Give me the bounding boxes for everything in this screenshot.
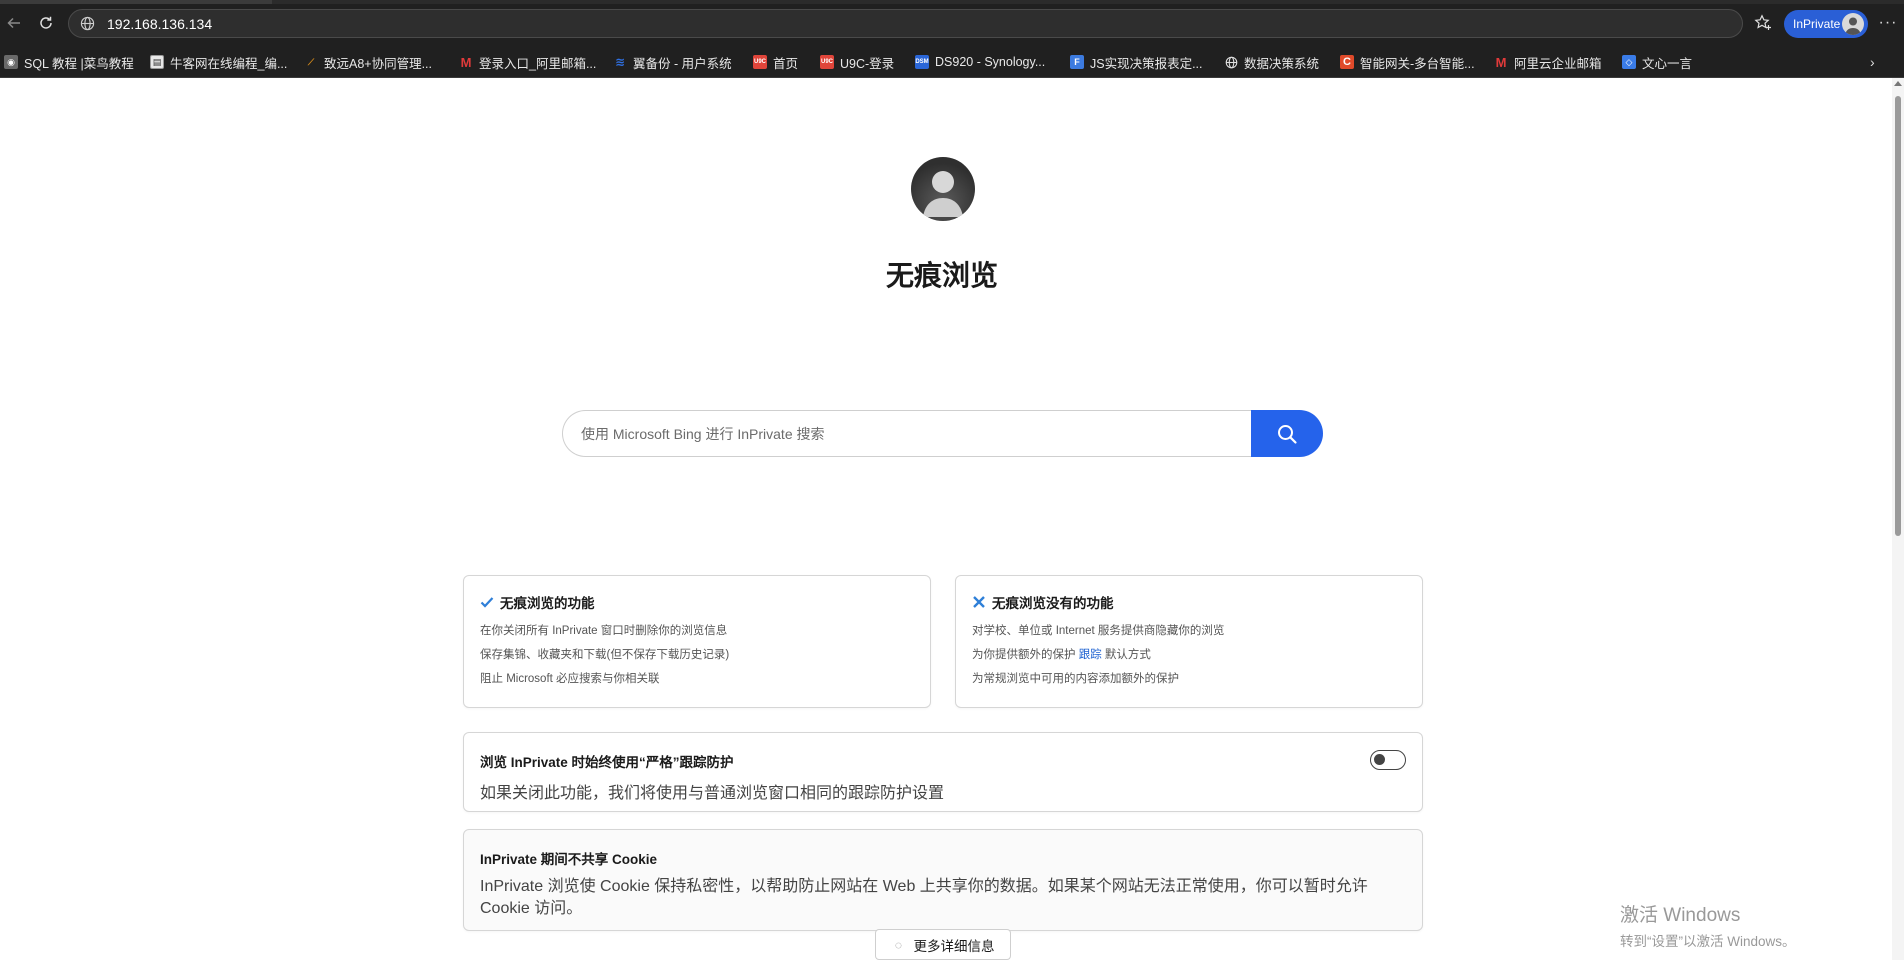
globe-icon[interactable]	[77, 14, 97, 34]
card-line-text: 为你提供额外的保护	[972, 649, 1076, 661]
address-bar[interactable]: 192.168.136.134	[68, 9, 1743, 38]
profile-avatar-icon	[1842, 13, 1864, 35]
card-line: 在你关闭所有 InPrivate 窗口时删除你的浏览信息	[480, 625, 728, 637]
bookmark-item[interactable]: ≋ 翼备份 - 用户系统	[613, 53, 732, 71]
inprivate-label: InPrivate	[1793, 17, 1841, 31]
finereport-icon: F	[1070, 55, 1084, 69]
browser-toolbar: 192.168.136.134 InPrivate ···	[0, 0, 1904, 46]
more-bookmarks-button[interactable]: ›	[1870, 54, 1886, 70]
page-scrollbar[interactable]	[1892, 78, 1904, 960]
u9c-icon: U9C	[753, 55, 767, 69]
cross-icon	[973, 596, 985, 608]
bookmark-item[interactable]: M 阿里云企业邮箱	[1494, 53, 1602, 71]
bookmark-item[interactable]: ▤ 牛客网在线编程_编...	[150, 53, 287, 71]
bookmark-label: 阿里云企业邮箱	[1514, 56, 1602, 71]
star-add-icon	[1754, 14, 1771, 30]
active-tab[interactable]	[0, 0, 272, 4]
search-input[interactable]	[562, 410, 1252, 457]
card-title: 无痕浏览没有的功能	[992, 596, 1114, 611]
bookmark-item[interactable]: ◉ SQL 教程 |菜鸟教程	[4, 53, 134, 71]
watermark-title: 激活 Windows	[1620, 905, 1741, 926]
bookmark-label: 文心一言	[1642, 56, 1693, 71]
aliyun-mail-icon: M	[1495, 54, 1507, 70]
bookmark-label: U9C-登录	[840, 56, 895, 71]
backup-icon: ≋	[614, 55, 626, 69]
card-title: 无痕浏览的功能	[500, 596, 595, 611]
u9c-icon: U9C	[820, 55, 834, 69]
inprivate-profile-button[interactable]: InPrivate	[1784, 10, 1868, 38]
favorites-bar: ◉ SQL 教程 |菜鸟教程 ▤ 牛客网在线编程_编... ⟋ 致远A8+协同管…	[0, 46, 1904, 78]
scrollbar-thumb[interactable]	[1895, 96, 1901, 536]
cookie-desc: InPrivate 浏览使 Cookie 保持私密性，以帮助防止网站在 Web …	[480, 878, 1368, 917]
scroll-up-arrow-icon[interactable]	[1894, 81, 1902, 86]
card-line: 为你提供额外的保护 跟踪 默认方式	[972, 646, 1406, 662]
dsm-icon: DSM	[915, 55, 929, 69]
card-line: 对学校、单位或 Internet 服务提供商隐藏你的浏览	[972, 625, 1225, 637]
card-line: 阻止 Microsoft 必应搜索与你相关联	[480, 673, 660, 685]
favorite-button[interactable]	[1751, 11, 1775, 35]
inprivate-does-card: 无痕浏览的功能 在你关闭所有 InPrivate 窗口时删除你的浏览信息 保存集…	[463, 575, 931, 708]
bookmark-item[interactable]: F JS实现决策报表定...	[1070, 53, 1203, 71]
more-info-label: 更多详细信息	[913, 938, 995, 954]
bookmark-item[interactable]: DSM DS920 - Synology...	[915, 53, 1045, 71]
search-icon	[1278, 424, 1297, 444]
toggle-knob	[1374, 754, 1385, 765]
ellipsis-icon: ···	[1878, 14, 1898, 31]
bookmark-label: 数据决策系统	[1244, 56, 1320, 71]
strict-tracking-title: 浏览 InPrivate 时始终使用“严格”跟踪防护	[480, 755, 734, 770]
c-brand-icon: C	[1340, 55, 1354, 69]
search-box	[562, 410, 1323, 457]
bookmark-label: JS实现决策报表定...	[1090, 56, 1203, 71]
bookmark-item[interactable]: U9C U9C-登录	[820, 53, 894, 71]
bookmark-label: 首页	[773, 56, 799, 71]
bookmark-label: 翼备份 - 用户系统	[633, 56, 732, 71]
page-title: 无痕浏览	[885, 260, 998, 291]
card-line: 为常规浏览中可用的内容添加额外的保护	[972, 673, 1179, 685]
more-info-button[interactable]: ◌ 更多详细信息	[875, 929, 1011, 960]
chevron-right-icon: ›	[1870, 54, 1875, 70]
bookmark-item[interactable]: 数据决策系统	[1224, 53, 1319, 71]
nowcoder-icon: ▤	[150, 55, 164, 69]
card-title-row: 无痕浏览的功能	[480, 592, 914, 612]
tracking-link[interactable]: 跟踪	[1079, 649, 1102, 661]
bookmark-item[interactable]: C 智能网关-多台智能...	[1340, 53, 1475, 71]
info-icon: ◌	[894, 937, 903, 952]
more-options-button[interactable]: ···	[1876, 11, 1900, 35]
bookmark-item[interactable]: ⟋ 致远A8+协同管理...	[304, 53, 432, 71]
card-line-text: 默认方式	[1104, 649, 1151, 661]
watermark-subtitle: 转到“设置”以激活 Windows。	[1620, 934, 1796, 949]
refresh-icon	[40, 16, 52, 29]
bookmark-label: SQL 教程 |菜鸟教程	[24, 56, 134, 71]
strict-tracking-desc: 如果关闭此功能，我们将使用与普通浏览窗口相同的跟踪防护设置	[480, 785, 945, 802]
bookmark-label: 致远A8+协同管理...	[324, 56, 433, 71]
back-arrow-icon	[7, 17, 20, 29]
strict-tracking-toggle[interactable]	[1370, 750, 1406, 770]
card-title-row: 无痕浏览没有的功能	[972, 592, 1406, 612]
windows-activation-watermark: 激活 Windows 转到“设置”以激活 Windows。	[1620, 900, 1796, 950]
seeyon-icon: ⟋	[307, 56, 315, 67]
bookmark-item[interactable]: M 登录入口_阿里邮箱...	[459, 53, 597, 71]
bookmark-label: 智能网关-多台智能...	[1360, 56, 1475, 71]
bookmark-label: DS920 - Synology...	[935, 55, 1046, 69]
url-text[interactable]: 192.168.136.134	[107, 16, 212, 32]
checkmark-icon	[480, 597, 494, 608]
cookie-title: InPrivate 期间不共享 Cookie	[480, 852, 658, 867]
bookmark-item[interactable]: ◇ 文心一言	[1622, 53, 1692, 71]
strict-tracking-card: 浏览 InPrivate 时始终使用“严格”跟踪防护 如果关闭此功能，我们将使用…	[463, 732, 1423, 812]
bookmark-item[interactable]: U9C 首页	[753, 53, 798, 71]
wenxin-icon: ◇	[1622, 55, 1636, 69]
search-button[interactable]	[1251, 410, 1323, 457]
globe-icon	[1224, 55, 1238, 69]
bookmark-label: 登录入口_阿里邮箱...	[479, 56, 597, 71]
inprivate-avatar-icon	[911, 157, 975, 221]
tab-strip	[0, 0, 1904, 4]
card-line: 保存集锦、收藏夹和下载(但不保存下载历史记录)	[480, 649, 730, 661]
aliyun-mail-icon: M	[460, 54, 472, 70]
cookie-card: InPrivate 期间不共享 Cookie InPrivate 浏览使 Coo…	[463, 829, 1423, 931]
bookmark-label: 牛客网在线编程_编...	[170, 56, 288, 71]
inprivate-does-not-card: 无痕浏览没有的功能 对学校、单位或 Internet 服务提供商隐藏你的浏览 为…	[955, 575, 1423, 708]
runoob-icon: ◉	[4, 55, 18, 69]
back-button[interactable]	[2, 11, 26, 35]
refresh-button[interactable]	[34, 11, 58, 35]
